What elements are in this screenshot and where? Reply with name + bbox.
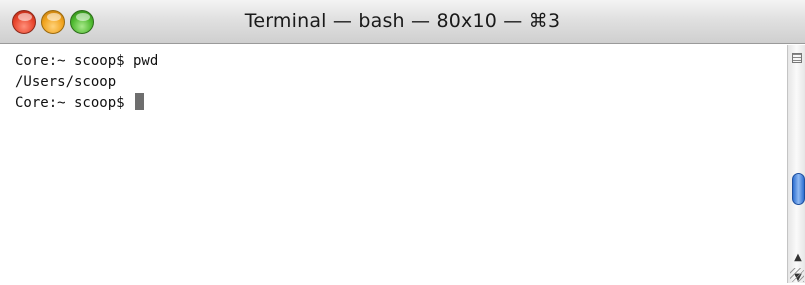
terminal-line: /Users/scoop bbox=[15, 74, 117, 90]
split-pane-icon[interactable] bbox=[792, 53, 802, 63]
chevron-up-icon[interactable]: ▲ bbox=[792, 251, 804, 265]
terminal-line: Core:~ scoop$ pwd bbox=[15, 53, 159, 69]
terminal-window: Terminal — bash — 80x10 — ⌘3 Core:~ scoo… bbox=[0, 0, 805, 283]
scroll-thumb[interactable] bbox=[792, 173, 805, 205]
terminal-content[interactable]: Core:~ scoop$ pwd /Users/scoop Core:~ sc… bbox=[0, 45, 787, 283]
window-title: Terminal — bash — 80x10 — ⌘3 bbox=[244, 10, 561, 32]
text-cursor bbox=[135, 93, 145, 110]
title-bar[interactable]: Terminal — bash — 80x10 — ⌘3 bbox=[0, 0, 805, 44]
terminal-prompt-line: Core:~ scoop$ bbox=[15, 93, 787, 114]
vertical-scrollbar[interactable]: ▲ ▼ bbox=[787, 45, 805, 283]
resize-grip-icon[interactable] bbox=[790, 268, 804, 282]
terminal-prompt: Core:~ scoop$ bbox=[15, 95, 134, 111]
